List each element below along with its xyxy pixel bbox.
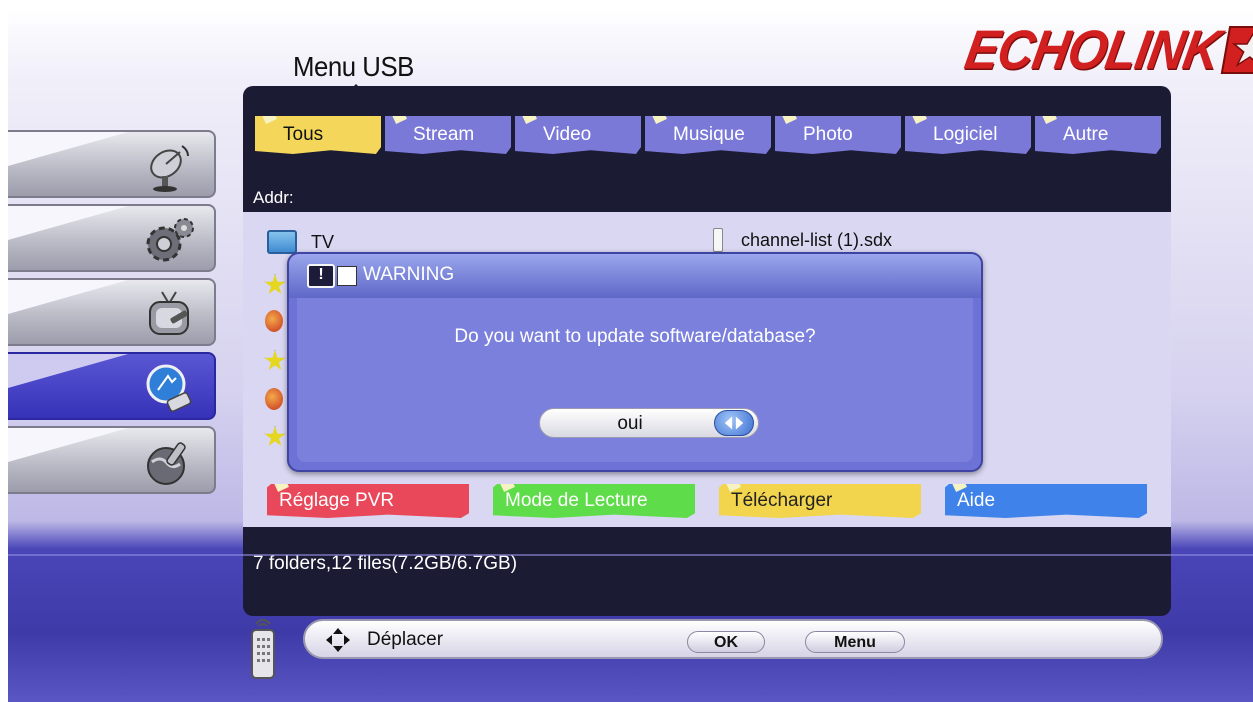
gears-icon: [146, 218, 194, 262]
file-name: TV: [311, 231, 335, 252]
file-s-icon: [265, 388, 283, 410]
tv-icon: [149, 291, 189, 335]
star-logo-icon: [1220, 26, 1253, 74]
tab-musique[interactable]: Musique: [645, 116, 771, 154]
left-right-arrows-icon[interactable]: [714, 410, 754, 436]
sidebar-item-usb[interactable]: [8, 352, 216, 420]
tab-autre[interactable]: Autre: [1035, 116, 1161, 154]
address-bar: Addr:: [253, 188, 294, 207]
file-star-icon: [264, 426, 286, 447]
list-item[interactable]: channel-list (1).sdx: [713, 228, 892, 252]
brand-logo: ECHOLINK: [961, 19, 1253, 81]
tab-stream[interactable]: Stream: [385, 116, 511, 154]
dialog-body: Do you want to update software/database?…: [297, 298, 973, 462]
confirm-selector[interactable]: oui: [539, 408, 759, 438]
brand-text: ECHOLINK: [960, 19, 1225, 81]
tv-folder-icon: [267, 230, 297, 254]
tv-screen: Menu USB ECHOLINK Tous Stream Video Musi…: [8, 6, 1253, 702]
tab-photo[interactable]: Photo: [775, 116, 901, 154]
globe-icon: [147, 442, 186, 485]
dialog-title: WARNING: [363, 264, 455, 285]
color-button-bar: Réglage PVR Mode de Lecture Télécharger …: [267, 484, 1147, 518]
confirm-value: oui: [617, 413, 643, 434]
directional-arrows-icon: [326, 628, 350, 652]
ok-button[interactable]: OK: [687, 631, 765, 653]
remote-control-icon: [251, 619, 275, 679]
status-text: 7 folders,12 files(7.2GB/6.7GB): [253, 553, 518, 574]
dialog-header: ! WARNING: [289, 254, 981, 298]
dialog-message: Do you want to update software/database?: [454, 326, 816, 347]
menu-button[interactable]: Menu: [805, 631, 905, 653]
tab-video[interactable]: Video: [515, 116, 641, 154]
hint-bar: Déplacer OK Menu: [303, 619, 1163, 659]
sidebar-item-network[interactable]: [8, 426, 216, 494]
warning-icon: !: [307, 264, 335, 288]
help-button[interactable]: Aide: [945, 484, 1147, 518]
satellite-dish-icon: [150, 145, 189, 192]
warning-dialog: ! WARNING Do you want to update software…: [287, 252, 983, 472]
playback-mode-button[interactable]: Mode de Lecture: [493, 484, 695, 518]
sidebar-item-settings[interactable]: [8, 204, 216, 272]
pvr-settings-button[interactable]: Réglage PVR: [267, 484, 469, 518]
tab-logiciel[interactable]: Logiciel: [905, 116, 1031, 154]
file-star-icon: [264, 274, 286, 295]
folder-icon: [337, 266, 357, 286]
download-button[interactable]: Télécharger: [719, 484, 921, 518]
sidebar-item-satellite[interactable]: [8, 130, 216, 198]
file-star-icon: [264, 350, 286, 371]
tab-tous[interactable]: Tous: [255, 116, 381, 154]
file-s-icon: [265, 310, 283, 332]
usb-icon: [146, 364, 192, 412]
file-name: channel-list (1).sdx: [741, 229, 893, 250]
category-tabs: Tous Stream Video Musique Photo Logiciel…: [255, 116, 1165, 156]
list-item[interactable]: TV: [267, 230, 334, 254]
move-label: Déplacer: [367, 629, 444, 650]
sidebar-item-tv[interactable]: [8, 278, 216, 346]
page-title: Menu USB: [293, 51, 414, 82]
file-icon: [713, 228, 723, 252]
